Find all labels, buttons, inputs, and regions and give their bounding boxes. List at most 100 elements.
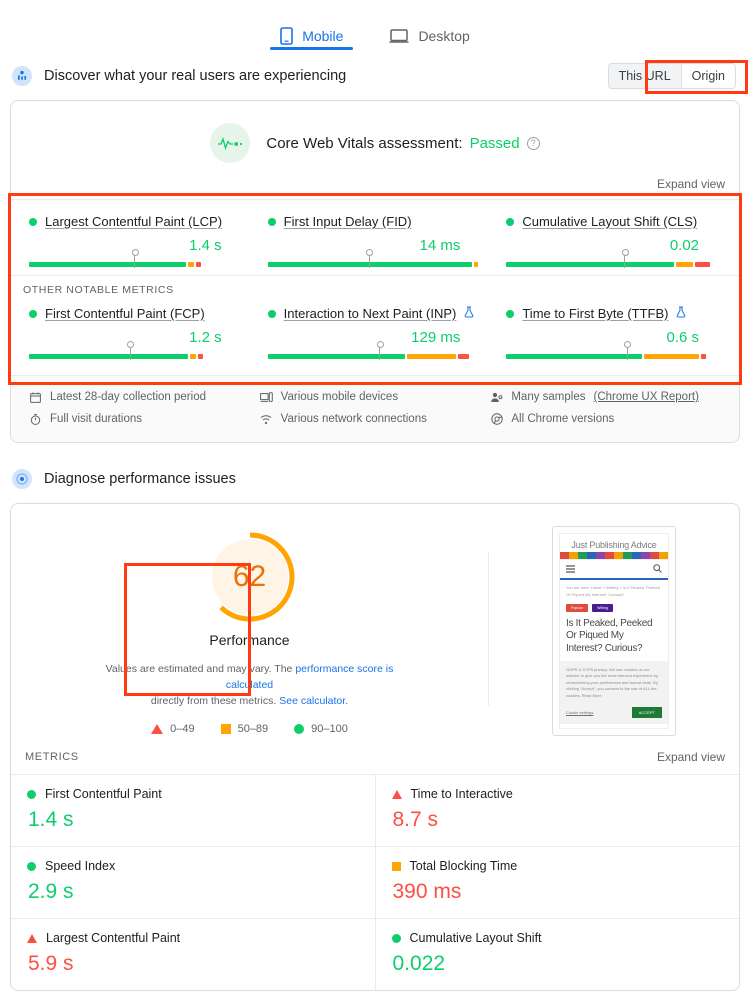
status-dot-good [506, 309, 515, 318]
lab-metric-speed-index: Speed Index 2.9 s [11, 847, 375, 918]
legend-good-range: 90–100 [311, 723, 348, 736]
url-origin-toggle[interactable]: This URL Origin [607, 63, 736, 89]
toggle-this-url[interactable]: This URL [608, 64, 681, 88]
lab-metric-time-to-interactive: Time to Interactive 8.7 s [374, 775, 740, 846]
table-row: First Contentful Paint 1.4 s Time to Int… [11, 774, 739, 846]
metric-cls-name[interactable]: Cumulative Layout Shift (CLS) [522, 214, 697, 229]
see-calculator-link[interactable]: See calculator. [279, 695, 348, 707]
lab-metrics-header: METRICS Expand view [11, 736, 739, 774]
timer-icon [29, 413, 42, 425]
chrome-icon [490, 413, 503, 425]
lab-metric-first-contentful-paint: First Contentful Paint 1.4 s [11, 775, 375, 846]
pulse-icon [210, 123, 251, 163]
status-dot-good [29, 309, 37, 318]
field-data-card: Core Web Vitals assessment: Passed ? Exp… [10, 100, 740, 443]
laptop-icon [389, 28, 409, 44]
meta-network: Various network connections [260, 408, 491, 430]
metric-inp-value: 129 ms [411, 329, 461, 346]
status-indicator-good [391, 933, 401, 943]
screenshot-headline: Is It Peaked, Peeked Or Piqued My Intere… [566, 617, 653, 654]
status-dot-good [267, 309, 276, 318]
metrics-expand-view-link[interactable]: Expand view [657, 750, 725, 764]
metric-lcp: Largest Contentful Paint (LCP) 1.4 s [17, 214, 256, 268]
meta-devices: Various mobile devices [259, 386, 491, 408]
meta-text: Various mobile devices [280, 391, 399, 403]
metric-ttfb-name[interactable]: Time to First Byte (TTFB) [522, 306, 668, 321]
metric-fid: First Input Delay (FID) 14 ms [256, 214, 495, 268]
metric-fcp-name[interactable]: First Contentful Paint (FCP) [45, 306, 205, 321]
performance-gauge[interactable]: 62 Performance [188, 522, 312, 654]
lab-metric-name: Time to Interactive [410, 787, 513, 801]
metric-fid-name[interactable]: First Input Delay (FID) [284, 214, 412, 229]
status-dot-good [267, 217, 276, 226]
lab-metric-name: Cumulative Layout Shift [409, 931, 542, 945]
circle-icon [294, 724, 305, 735]
gauge-score: 62 [232, 559, 267, 593]
chrome-ux-report-link[interactable]: (Chrome UX Report) [593, 391, 698, 403]
legend-average: 50–89 [220, 723, 269, 736]
meta-text: Latest 28-day collection period [50, 391, 206, 403]
metric-cls: Cumulative Layout Shift (CLS) 0.02 [494, 214, 733, 268]
meta-col-2: Various mobile devices Various network c… [259, 386, 491, 430]
status-indicator-good [27, 789, 36, 799]
score-estimate-note: Values are estimated and may vary. The p… [85, 662, 415, 709]
cwv-result: Passed [469, 134, 520, 152]
wifi-icon [260, 414, 273, 425]
lab-metric-value: 8.7 s [392, 808, 439, 831]
devices-icon [259, 391, 273, 403]
lab-metric-total-blocking-time: Total Blocking Time 390 ms [374, 847, 740, 918]
tab-mobile[interactable]: Mobile [270, 8, 354, 56]
tab-mobile-label: Mobile [302, 28, 344, 44]
cookie-text: GDPR & CCPA privacy: We use cookies on o… [566, 667, 658, 698]
metric-ttfb-value: 0.6 s [666, 329, 700, 346]
square-icon [220, 724, 231, 735]
metric-inp-name[interactable]: Interaction to Next Paint (INP) [284, 306, 457, 321]
lab-metric-name: Speed Index [45, 859, 116, 873]
legend-average-range: 50–89 [237, 723, 269, 736]
legend-poor-range: 0–49 [170, 723, 195, 736]
status-indicator-poor [391, 789, 402, 799]
other-metrics-grid: First Contentful Paint (FCP) 1.2 s Inter… [11, 296, 739, 367]
metric-cls-value: 0.02 [669, 237, 700, 254]
diagnose-header: Diagnose performance issues [0, 461, 750, 497]
performance-score-block: 62 Performance Values are estimated and … [11, 522, 488, 736]
tab-desktop[interactable]: Desktop [385, 8, 473, 56]
toggle-origin[interactable]: Origin [680, 64, 735, 88]
status-indicator-good [27, 861, 36, 871]
lab-metric-largest-contentful-paint: Largest Contentful Paint 5.9 s [11, 919, 375, 990]
field-data-header: Discover what your real users are experi… [0, 58, 750, 94]
status-dot-good [506, 217, 515, 226]
help-icon[interactable]: ? [526, 136, 540, 150]
phone-icon [280, 27, 293, 45]
meta-col-1: Latest 28-day collection period Full vis… [29, 386, 260, 430]
target-icon [12, 469, 32, 489]
lab-metric-cumulative-layout-shift: Cumulative Layout Shift 0.022 [374, 919, 740, 990]
meta-text: Full visit durations [50, 413, 143, 425]
lab-metric-name: Total Blocking Time [409, 859, 518, 873]
table-row: Largest Contentful Paint 5.9 s Cumulativ… [11, 918, 739, 990]
note-line1: Values are estimated and may vary. The [105, 663, 296, 675]
diagnose-title: Diagnose performance issues [44, 471, 236, 487]
triangle-icon [151, 724, 164, 735]
meta-collection-period: Latest 28-day collection period [29, 386, 260, 408]
metric-lcp-name[interactable]: Largest Contentful Paint (LCP) [45, 214, 222, 229]
score-legend: 0–49 50–89 90–100 [151, 723, 348, 735]
page-screenshot-thumbnail[interactable]: Just Publishing Advice You are here: Hom… [552, 526, 676, 736]
lab-metric-value: 2.9 s [28, 880, 74, 903]
page-screenshot-block: Just Publishing Advice You are here: Hom… [489, 522, 739, 736]
lab-flask-icon [676, 306, 686, 321]
lab-metric-name: First Contentful Paint [45, 787, 162, 801]
decorative-strip [560, 552, 668, 559]
field-expand-view-link[interactable]: Expand view [657, 177, 725, 191]
metric-fcp-value: 1.2 s [189, 329, 222, 346]
meta-text: Various network connections [280, 413, 427, 425]
core-metrics-grid: Largest Contentful Paint (LCP) 1.4 s Fir… [11, 200, 739, 275]
note-line2: directly from these metrics. [150, 694, 280, 707]
search-icon [653, 564, 662, 574]
diagnose-body: 62 Performance Values are estimated and … [11, 504, 739, 736]
meta-text: Many samples [511, 391, 586, 403]
field-expand-row: Expand view [11, 169, 739, 199]
status-indicator-poor [27, 933, 37, 943]
lab-metric-name: Largest Contentful Paint [46, 931, 181, 945]
metrics-label: METRICS [25, 751, 79, 763]
